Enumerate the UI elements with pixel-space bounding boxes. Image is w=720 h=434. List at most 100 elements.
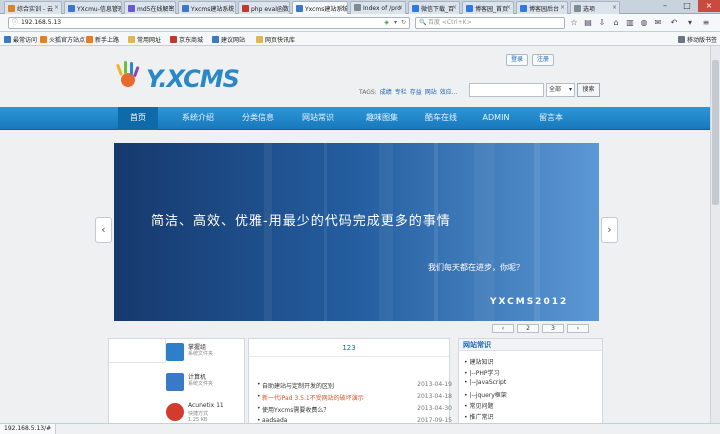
menu-item[interactable]: ADMIN: [476, 107, 516, 130]
tab-close-icon[interactable]: ×: [54, 4, 59, 11]
bookmark-item[interactable]: 最常访问: [4, 35, 37, 44]
software-type: 系统文件夹: [188, 381, 214, 387]
software-item[interactable]: Acunetix 11 快捷方式 1.25 KB: [166, 401, 246, 423]
tab-close-icon[interactable]: ×: [612, 4, 617, 11]
bookmark-item[interactable]: 网页快讯库: [256, 35, 295, 44]
browser-tab[interactable]: php eval函数 ×: [238, 1, 290, 14]
tag-link[interactable]: 存益: [410, 89, 422, 96]
side-panel-title: 网站常识: [459, 339, 602, 351]
browser-tab[interactable]: 博客园_首页 ×: [462, 1, 514, 14]
browser-tab[interactable]: Index of /pro ×: [350, 1, 406, 14]
software-item[interactable]: 计算机 系统文件夹: [166, 371, 246, 395]
pager-button[interactable]: 2: [517, 324, 539, 333]
login-button[interactable]: 登录: [506, 54, 528, 66]
news-item-title[interactable]: 新一代iPad 3.5.1不受网站的破坏演示: [257, 395, 364, 402]
pocket-icon[interactable]: ◍: [638, 17, 650, 29]
chat-icon[interactable]: ✉: [652, 17, 664, 29]
news-item[interactable]: 使用Yxcms需要收费么？ • 2013-04-30: [257, 405, 452, 414]
news-title[interactable]: 123: [249, 339, 449, 357]
next-slide-button[interactable]: ›: [601, 217, 618, 243]
browser-tab[interactable]: YXcmu-信息管理 ×: [64, 1, 122, 14]
maximize-button[interactable]: □: [676, 0, 698, 12]
browser-tab[interactable]: Yxcms建站系统 ×: [292, 1, 348, 15]
download-icon[interactable]: ⇩: [596, 17, 608, 29]
bookmark-item[interactable]: 新手上路: [86, 35, 119, 44]
tab-close-icon[interactable]: ×: [168, 4, 173, 11]
tab-close-icon[interactable]: ×: [506, 4, 511, 11]
news-item[interactable]: 自助建站与定制开发的区别 • 2013-04-19: [257, 381, 452, 390]
site-search-button[interactable]: 搜索: [577, 83, 600, 97]
address-bar[interactable]: ⓘ 192.168.5.13 ◈ ▾ ↻: [8, 17, 410, 29]
page-scrollbar[interactable]: [710, 46, 720, 423]
side-item[interactable]: • |--jquery框架: [464, 390, 507, 399]
side-item[interactable]: • |--JavaScript: [464, 379, 506, 386]
browser-tab[interactable]: 博客园后台 ×: [516, 1, 568, 14]
tag-link[interactable]: 成绩: [380, 89, 392, 96]
side-item[interactable]: • 常见问题: [464, 401, 493, 410]
site-search-input[interactable]: [469, 83, 544, 97]
scrollbar-thumb[interactable]: [712, 60, 719, 205]
pager-button[interactable]: 3: [542, 324, 564, 333]
prev-slide-button[interactable]: ‹: [95, 217, 112, 243]
tab-close-icon[interactable]: ×: [228, 4, 233, 11]
bookmark-item[interactable]: 常用网址: [128, 35, 161, 44]
news-item[interactable]: 新一代iPad 3.5.1不受网站的破坏演示 • 2013-04-18: [257, 393, 452, 402]
menu-item[interactable]: 分类信息: [236, 107, 280, 130]
tab-close-icon[interactable]: ×: [114, 4, 119, 11]
home-icon[interactable]: ⌂: [610, 17, 622, 29]
status-bar: 192.168.5.13/#: [0, 423, 720, 434]
tab-close-icon[interactable]: ×: [452, 4, 457, 11]
mobile-bookmarks-label: 移动版书签: [687, 37, 718, 44]
browser-tab[interactable]: 综合实训 - 云 ×: [4, 1, 62, 14]
site-logo[interactable]: Y.XCMS: [146, 65, 240, 93]
browser-tab[interactable]: 选项 ×: [570, 1, 620, 14]
menu-item[interactable]: 系统介绍: [172, 107, 224, 130]
sync-icon[interactable]: ▾: [684, 17, 696, 29]
browser-tab[interactable]: Yxcms建站系统 ×: [178, 1, 236, 14]
menu-item[interactable]: 首页: [118, 107, 158, 130]
minimize-button[interactable]: –: [654, 0, 676, 12]
tag-link[interactable]: 效应...: [440, 89, 458, 96]
tag-link[interactable]: 网站: [425, 89, 437, 96]
software-item[interactable]: 掌握组 系统文件夹: [166, 341, 246, 365]
software-name: Acunetix 11: [188, 402, 224, 409]
side-item[interactable]: • |--PHP学习: [464, 368, 500, 377]
bookmark-item[interactable]: 建议网站: [212, 35, 245, 44]
menu-icon[interactable]: ≡: [700, 17, 712, 29]
browser-tab[interactable]: 微信下载_百 ×: [408, 1, 460, 14]
menu-item[interactable]: 酷车在线: [416, 107, 466, 130]
bullet-icon: •: [257, 405, 261, 412]
pager-button[interactable]: ‹: [492, 324, 514, 333]
library-icon[interactable]: ▥: [624, 17, 636, 29]
side-item[interactable]: • 推广常识: [464, 412, 493, 421]
search-box[interactable]: 🔍 百度 <Ctrl+K>: [415, 17, 565, 29]
reload-icon[interactable]: ↻: [401, 18, 406, 28]
dropdown-icon[interactable]: ▾: [394, 18, 397, 28]
close-window-button[interactable]: ×: [698, 0, 720, 12]
search-scope-select[interactable]: 全部 ▾: [546, 83, 575, 97]
banner-slide[interactable]: 简洁、高效、优雅-用最少的代码完成更多的事情 我们每天都在进步，你呢？ YXCM…: [114, 143, 599, 321]
tag-link[interactable]: 专栏: [395, 89, 407, 96]
pager-button[interactable]: ›: [567, 324, 589, 333]
menu-item[interactable]: 留言本: [530, 107, 572, 130]
menu-item[interactable]: 网站常识: [292, 107, 344, 130]
back-icon[interactable]: ↶: [668, 17, 680, 29]
tab-favicon-icon: [466, 5, 473, 12]
tab-close-icon[interactable]: ×: [340, 4, 345, 11]
menu-item[interactable]: 趣味图集: [356, 107, 408, 130]
bookmark-item[interactable]: 火狐官方站点: [40, 35, 85, 44]
mobile-bookmarks[interactable]: 移动版书签: [678, 35, 717, 44]
side-panel: 网站常识 • 建站知识 • |--PHP学习 • |--JavaScript • |-…: [458, 338, 603, 423]
tab-close-icon[interactable]: ×: [560, 4, 565, 11]
reading-list-icon[interactable]: ▤: [582, 17, 594, 29]
tab-close-icon[interactable]: ×: [282, 4, 287, 11]
register-button[interactable]: 注册: [532, 54, 554, 66]
star-icon[interactable]: ☆: [568, 17, 580, 29]
bookmark-label: 京东商城: [179, 37, 204, 44]
side-item[interactable]: • 建站知识: [464, 357, 493, 366]
news-item-title[interactable]: 自助建站与定制开发的区别: [257, 383, 334, 390]
bookmark-item[interactable]: 京东商城: [170, 35, 203, 44]
tab-close-icon[interactable]: ×: [398, 4, 403, 11]
browser-tab[interactable]: md5在线解密 ×: [124, 1, 176, 14]
news-item-title[interactable]: 使用Yxcms需要收费么？: [257, 407, 329, 414]
